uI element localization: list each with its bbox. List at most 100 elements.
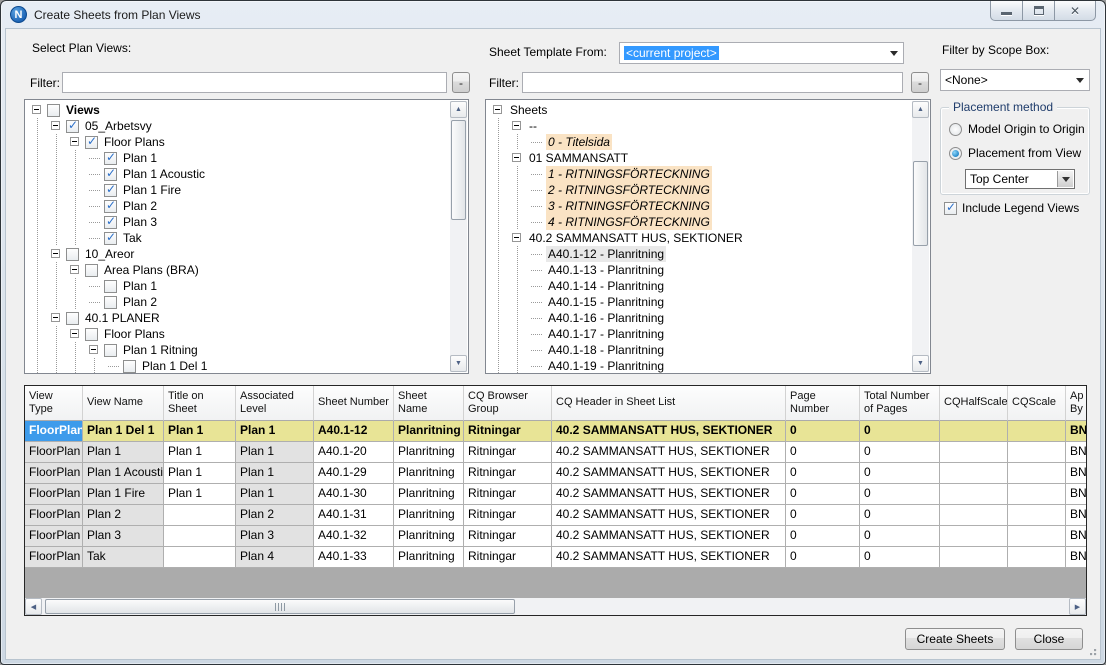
grid-cell[interactable]: 0	[860, 421, 940, 442]
grid-header-cell[interactable]: Page Number	[786, 386, 860, 421]
grid-cell[interactable]: Plan 1	[164, 442, 236, 463]
tree-collapse-icon[interactable]	[47, 310, 66, 326]
tree-collapse-icon[interactable]	[66, 134, 85, 150]
grid-cell[interactable]	[164, 505, 236, 526]
grid-header-cell[interactable]: View Type	[25, 386, 83, 421]
tree-collapse-icon[interactable]	[28, 102, 47, 118]
grid-cell[interactable]: Plan 3	[236, 526, 314, 547]
tree-item[interactable]: Tak	[28, 230, 448, 246]
tree-item[interactable]: Plan 1 Fire	[28, 182, 448, 198]
grid-row-header-cell[interactable]: FloorPlan	[25, 484, 83, 505]
tree-checkbox[interactable]	[85, 136, 98, 149]
tree-checkbox[interactable]	[47, 104, 60, 117]
grid-cell[interactable]: BN	[1066, 463, 1087, 484]
tree-checkbox[interactable]	[104, 168, 117, 181]
scroll-right-icon[interactable]: ▶	[1069, 598, 1086, 615]
tree-item[interactable]: 40.2 SAMMANSATT HUS, SEKTIONER	[489, 230, 910, 246]
close-button[interactable]: ✕	[1054, 1, 1096, 21]
tree-checkbox[interactable]	[104, 232, 117, 245]
grid-cell[interactable]: Ritningar	[464, 547, 552, 568]
minimize-button[interactable]	[990, 1, 1023, 21]
tree-item[interactable]: Plan 3	[28, 214, 448, 230]
grid-cell[interactable]	[940, 547, 1008, 568]
create-sheets-button[interactable]: Create Sheets	[905, 628, 1005, 650]
tree-checkbox[interactable]	[104, 184, 117, 197]
tree-item[interactable]: 01 SAMMANSATT	[489, 150, 910, 166]
tree-item[interactable]: Plan 1 Ritning	[28, 342, 448, 358]
tree-item[interactable]: Plan 1	[28, 278, 448, 294]
grid-cell[interactable]	[940, 505, 1008, 526]
tree-checkbox[interactable]	[66, 248, 79, 261]
grid-cell[interactable]	[164, 526, 236, 547]
tree-collapse-icon[interactable]	[508, 150, 527, 166]
grid-cell[interactable]: Tak	[83, 547, 164, 568]
grid-row[interactable]: FloorPlanPlan 2Plan 2A40.1-31Planritning…	[25, 505, 1086, 526]
scroll-down-icon[interactable]: ▼	[912, 355, 929, 372]
grid-cell[interactable]: Ritningar	[464, 442, 552, 463]
grid-row[interactable]: FloorPlanTakPlan 4A40.1-33PlanritningRit…	[25, 547, 1086, 568]
grid-cell[interactable]: 0	[860, 505, 940, 526]
tree-item[interactable]: 1 - RITNINGSFÖRTECKNING	[489, 166, 910, 182]
grid-row-header-cell[interactable]: FloorPlan	[25, 526, 83, 547]
tree-item[interactable]: Plan 1	[28, 150, 448, 166]
tree-checkbox[interactable]	[104, 280, 117, 293]
grid-cell[interactable]	[940, 463, 1008, 484]
sheets-filter-clear-button[interactable]: -	[911, 72, 929, 93]
include-legend-views-option[interactable]: Include Legend Views	[944, 201, 1079, 215]
grid-cell[interactable]: Ritningar	[464, 421, 552, 442]
tree-checkbox[interactable]	[104, 216, 117, 229]
grid-header-cell[interactable]: Sheet Name	[394, 386, 464, 421]
grid-row[interactable]: FloorPlanPlan 3Plan 3A40.1-32Planritning…	[25, 526, 1086, 547]
tree-checkbox[interactable]	[85, 264, 98, 277]
tree-checkbox[interactable]	[104, 200, 117, 213]
tree-collapse-icon[interactable]	[66, 262, 85, 278]
tree-collapse-icon[interactable]	[508, 118, 527, 134]
grid-header-cell[interactable]: Sheet Number	[314, 386, 394, 421]
tree-item[interactable]: Plan 2	[28, 294, 448, 310]
checkbox-icon[interactable]	[944, 202, 957, 215]
grid-cell[interactable]: 40.2 SAMMANSATT HUS, SEKTIONER	[552, 484, 786, 505]
grid-horizontal-scrollbar[interactable]: ◀ ▶	[25, 598, 1086, 615]
views-filter-input[interactable]	[62, 72, 447, 93]
grid-cell[interactable]: 0	[786, 442, 860, 463]
sheet-template-combobox[interactable]: <current project>	[619, 42, 904, 64]
tree-item[interactable]: A40.1-12 - Planritning	[489, 246, 910, 262]
grid-header-cell[interactable]: Associated Level	[236, 386, 314, 421]
tree-item[interactable]: Views	[28, 102, 448, 118]
tree-checkbox[interactable]	[85, 328, 98, 341]
tree-item[interactable]: 3 - RITNINGSFÖRTECKNING	[489, 198, 910, 214]
tree-collapse-icon[interactable]	[489, 102, 508, 118]
grid-cell[interactable]: 0	[860, 526, 940, 547]
grid-cell[interactable]: 0	[860, 484, 940, 505]
grid-cell[interactable]: Plan 1	[236, 421, 314, 442]
grid-cell[interactable]: Ritningar	[464, 505, 552, 526]
grid-cell[interactable]: A40.1-20	[314, 442, 394, 463]
grid-cell[interactable]: Ritningar	[464, 526, 552, 547]
tree-item[interactable]: Floor Plans	[28, 326, 448, 342]
grid-cell[interactable]: 0	[786, 484, 860, 505]
grid-cell[interactable]: Plan 3	[83, 526, 164, 547]
close-dialog-button[interactable]: Close	[1015, 628, 1083, 650]
grid-cell[interactable]	[940, 421, 1008, 442]
scroll-up-icon[interactable]: ▲	[912, 101, 929, 118]
tree-item[interactable]: Plan 1 Acoustic	[28, 166, 448, 182]
radio-icon[interactable]	[949, 123, 962, 136]
grid-header-cell[interactable]: CQHalfScale	[940, 386, 1008, 421]
grid-cell[interactable]: Planritning	[394, 505, 464, 526]
grid-cell[interactable]	[1008, 526, 1066, 547]
scope-box-combobox[interactable]: <None>	[940, 69, 1090, 91]
maximize-button[interactable]	[1022, 1, 1055, 21]
tree-item[interactable]: A40.1-14 - Planritning	[489, 278, 910, 294]
tree-item[interactable]: A40.1-13 - Planritning	[489, 262, 910, 278]
grid-cell[interactable]: 0	[786, 421, 860, 442]
tree-item[interactable]: Plan 1 Del 1	[28, 358, 448, 374]
tree-checkbox[interactable]	[66, 120, 79, 133]
grid-cell[interactable]	[940, 484, 1008, 505]
grid-cell[interactable]: BN	[1066, 421, 1087, 442]
grid-header-cell[interactable]: Total Number of Pages	[860, 386, 940, 421]
grid-cell[interactable]: 40.2 SAMMANSATT HUS, SEKTIONER	[552, 526, 786, 547]
grid-cell[interactable]: Plan 1	[236, 484, 314, 505]
grid-cell[interactable]: Plan 1 Del 1	[83, 421, 164, 442]
grid-cell[interactable]: BN	[1066, 484, 1087, 505]
tree-collapse-icon[interactable]	[508, 230, 527, 246]
